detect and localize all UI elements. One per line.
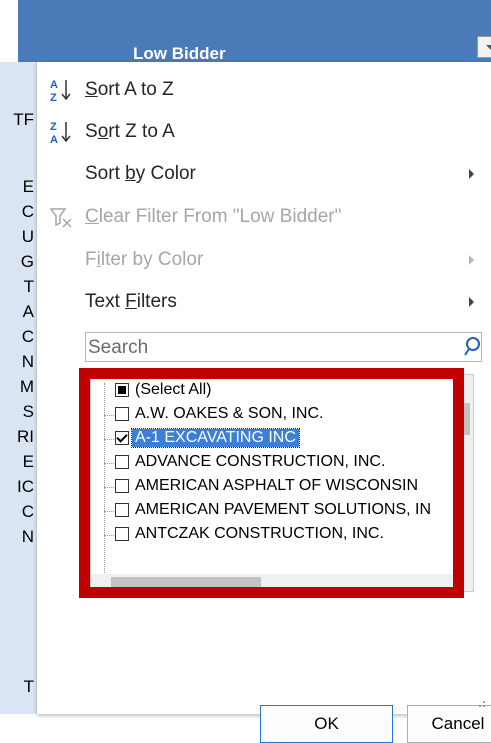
sheet-cell: T [23, 677, 34, 696]
clear-filter-icon [49, 208, 72, 228]
resize-grip-icon[interactable] [476, 698, 486, 708]
sheet-cell: G [20, 252, 34, 271]
clear-filter-item[interactable]: Clear Filter From "Low Bidder" [37, 197, 491, 237]
sort-z-to-a-item[interactable]: Z A Sort Z to A [37, 112, 491, 152]
filter-dropdown-button[interactable] [477, 36, 491, 58]
menu-label-mnemonic: C [85, 206, 99, 227]
checkbox[interactable] [115, 527, 129, 541]
sheet-cell: IC [17, 477, 34, 496]
submenu-arrow-icon [469, 169, 474, 179]
menu-label-mnemonic: F [125, 291, 137, 312]
sheet-cell: M [19, 377, 34, 396]
list-item[interactable]: A.W. OAKES & SON, INC. [91, 403, 473, 427]
list-item[interactable]: AMERICAN ASPHALT OF WISCONSIN [91, 475, 473, 499]
autofilter-menu: A Z Sort A to Z Z A Sort Z to A Sort by … [36, 62, 491, 743]
sheet-cell: C [21, 502, 34, 521]
svg-text:Z: Z [50, 121, 57, 133]
sheet-cell: A [22, 302, 34, 321]
sheet-cell: TF [13, 110, 34, 129]
svg-text:A: A [50, 134, 58, 145]
sheet-cell: N [21, 527, 34, 546]
ok-button[interactable]: OK [260, 705, 393, 743]
checkbox[interactable] [115, 383, 129, 397]
list-item-label: AMERICAN PAVEMENT SOLUTIONS, IN [135, 501, 432, 518]
list-item[interactable]: ANTCZAK CONSTRUCTION, INC. [91, 523, 473, 547]
column-header-bar: Low Bidder [18, 0, 491, 63]
menu-label-prefix: Sort [85, 163, 126, 184]
menu-label-suffix: lear Filter From "Low Bidder" [98, 206, 342, 227]
sort-by-color-item[interactable]: Sort by Color [37, 154, 491, 194]
list-item-label: ADVANCE CONSTRUCTION, INC. [135, 453, 386, 470]
menu-label-mnemonic: b [125, 163, 136, 184]
menu-label-mnemonic: S [85, 79, 98, 100]
list-item-select-all[interactable]: (Select All) [91, 379, 473, 403]
filter-by-color-item[interactable]: Filter by Color [37, 240, 491, 280]
menu-label-prefix: S [85, 121, 98, 142]
horizontal-scrollbar[interactable] [91, 574, 473, 591]
sheet-cell: C [21, 202, 34, 221]
list-item[interactable]: AMERICAN PAVEMENT SOLUTIONS, IN [91, 499, 473, 523]
sort-a-to-z-item[interactable]: A Z Sort A to Z [37, 70, 491, 110]
list-item-label: AMERICAN ASPHALT OF WISCONSIN [135, 477, 419, 494]
list-item[interactable]: ADVANCE CONSTRUCTION, INC. [91, 451, 473, 475]
sheet-cell: RI [17, 427, 34, 446]
svg-text:Z: Z [50, 92, 57, 103]
list-item-label: A.W. OAKES & SON, INC. [135, 405, 324, 422]
search-icon[interactable] [463, 335, 487, 359]
menu-label-mnemonic: o [97, 121, 109, 142]
menu-label-prefix: Text [85, 291, 126, 312]
text-filters-item[interactable]: Text Filters [37, 282, 491, 322]
sort-descending-icon: Z A [50, 121, 71, 145]
list-item[interactable]: A-1 EXCAVATING INC [91, 427, 473, 451]
search-input[interactable]: Search [85, 332, 482, 362]
submenu-arrow-icon [469, 297, 474, 307]
menu-label-suffix: lter by Color [100, 249, 204, 270]
vertical-scrollbar[interactable] [456, 375, 473, 575]
svg-text:A: A [50, 79, 58, 91]
menu-label-prefix: F [85, 249, 97, 270]
filter-values-list[interactable]: (Select All) A.W. OAKES & SON, INC. A-1 … [90, 374, 474, 592]
list-item-label: (Select All) [135, 381, 212, 398]
sheet-cell: T [23, 277, 34, 296]
sheet-cell: N [21, 352, 34, 371]
scroll-thumb[interactable] [111, 577, 261, 588]
sort-ascending-icon: A Z [50, 79, 71, 103]
checkbox[interactable] [115, 479, 129, 493]
column-header-title: Low Bidder [133, 44, 226, 63]
scroll-thumb[interactable] [459, 403, 470, 435]
sheet-cell: S [22, 402, 34, 421]
sheet-cell: U [21, 227, 34, 246]
sheet-cell: C [21, 327, 34, 346]
menu-label-suffix: rt Z to A [108, 121, 175, 142]
menu-label-suffix: ilters [136, 291, 177, 312]
checkbox[interactable] [115, 407, 129, 421]
checkbox[interactable] [115, 455, 129, 469]
checkbox[interactable] [115, 431, 129, 445]
checkbox[interactable] [115, 503, 129, 517]
list-item-label: ANTCZAK CONSTRUCTION, INC. [135, 525, 384, 542]
cancel-button[interactable]: Cancel [407, 705, 491, 743]
menu-label-suffix: y Color [135, 163, 196, 184]
sheet-cell: E [22, 452, 34, 471]
search-placeholder: Search [88, 337, 149, 358]
sheet-column-fragment: TF E C U G T A C N M S RI E IC C N T [0, 62, 37, 714]
sheet-cell: E [22, 177, 34, 196]
menu-label-suffix: ort A to Z [97, 79, 174, 100]
submenu-arrow-icon [469, 255, 474, 265]
list-item-label: A-1 EXCAVATING INC [131, 428, 300, 448]
